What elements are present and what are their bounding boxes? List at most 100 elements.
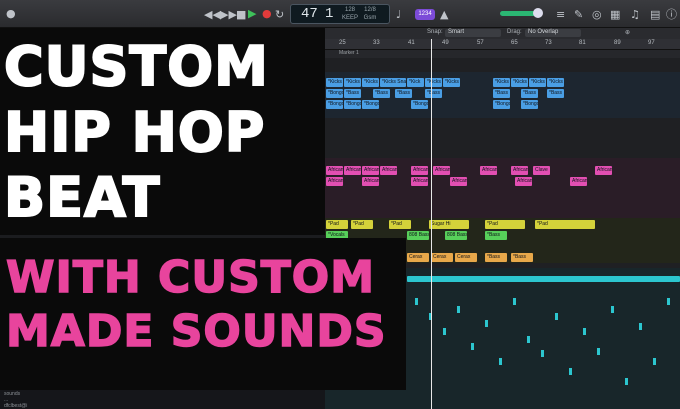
region-african-b1[interactable]: African xyxy=(326,177,343,186)
record-icon[interactable]: ● xyxy=(262,8,272,19)
region-bongo-b4[interactable]: *Bongo xyxy=(411,100,428,109)
region-african-7[interactable]: African xyxy=(480,166,497,175)
region-clave[interactable]: Clave xyxy=(533,166,550,175)
browser-icon[interactable]: ▦ xyxy=(610,9,620,20)
region-kicks-2[interactable]: *Kicks xyxy=(344,78,361,87)
region-bongo-b1[interactable]: *Bongo xyxy=(326,100,343,109)
region-bongo-b5[interactable]: *Bongo xyxy=(493,100,510,109)
midi-note[interactable] xyxy=(527,336,530,343)
region-808-b[interactable]: 808 Bass xyxy=(445,231,467,240)
region-african-b4[interactable]: African xyxy=(450,177,467,186)
region-kicks-7[interactable]: *Kicks xyxy=(443,78,460,87)
tempo-value: 128 xyxy=(344,7,355,13)
region-bass-orange-2[interactable]: *Bass xyxy=(511,253,533,262)
metronome-icon[interactable]: ▲ xyxy=(440,9,448,20)
library-icon[interactable]: ▤ xyxy=(650,9,660,20)
drag-dropdown[interactable]: No Overlap xyxy=(525,29,581,37)
region-pad-5[interactable]: *Pad xyxy=(485,220,525,229)
region-bass-a1[interactable]: *Bass xyxy=(344,89,361,98)
region-pad-1[interactable]: *Pad xyxy=(326,220,348,229)
region-african-4[interactable]: African xyxy=(380,166,397,175)
region-bass-orange-1[interactable]: *Bass xyxy=(485,253,507,262)
region-kicks-9[interactable]: *Kicks xyxy=(511,78,528,87)
region-bass-green[interactable]: *Bass xyxy=(485,231,507,240)
region-kicks-snare[interactable]: *Kicks Snare xyxy=(380,78,406,87)
region-bongo-b3[interactable]: *Bongo xyxy=(362,100,379,109)
region-bass-a4[interactable]: *Bass xyxy=(425,89,442,98)
region-african-b2[interactable]: African xyxy=(362,177,379,186)
master-volume-knob[interactable] xyxy=(533,8,543,18)
marker-track[interactable]: Marker 1 xyxy=(325,50,680,58)
midi-note[interactable] xyxy=(583,328,586,335)
region-cerax-3[interactable]: Cerax xyxy=(455,253,477,262)
region-kick[interactable]: *Kick xyxy=(407,78,424,87)
midi-note[interactable] xyxy=(653,358,656,365)
count-in-badge[interactable]: 1234 xyxy=(415,9,435,20)
lcd-display[interactable]: 47 1 128 KEEP 12/8 Gsm xyxy=(290,4,390,24)
list-editor-icon[interactable]: ≡ xyxy=(556,9,565,20)
region-kicks-3[interactable]: *Kicks xyxy=(362,78,379,87)
loop-browser-icon[interactable]: ◎ xyxy=(592,9,602,20)
region-african-b5[interactable]: African xyxy=(515,177,532,186)
midi-note[interactable] xyxy=(513,298,516,305)
snap-dropdown[interactable]: Smart xyxy=(445,29,501,37)
midi-note[interactable] xyxy=(457,306,460,313)
region-african-1[interactable]: African xyxy=(326,166,343,175)
midi-note[interactable] xyxy=(597,348,600,355)
region-kicks-10[interactable]: *Kicks xyxy=(529,78,546,87)
region-african-5[interactable]: African xyxy=(411,166,428,175)
region-keys-strip[interactable] xyxy=(407,276,680,282)
midi-note[interactable] xyxy=(611,306,614,313)
region-sugar-hi[interactable]: Sugar Hi xyxy=(429,220,469,229)
playhead[interactable] xyxy=(431,39,432,409)
tuner-icon[interactable]: ♩ xyxy=(396,9,401,20)
region-pad-2[interactable]: *Pad xyxy=(351,220,373,229)
midi-note[interactable] xyxy=(639,323,642,330)
region-bass-a5[interactable]: *Bass xyxy=(493,89,510,98)
zoom-icon[interactable]: ⊕ xyxy=(625,29,630,36)
stop-icon[interactable]: ■ xyxy=(236,9,246,20)
close-window-icon[interactable]: ● xyxy=(6,8,16,19)
region-808-a[interactable]: 808 Bass xyxy=(407,231,429,240)
play-icon[interactable]: ▶ xyxy=(248,8,256,19)
midi-note[interactable] xyxy=(471,343,474,350)
midi-note[interactable] xyxy=(667,298,670,305)
region-african-8[interactable]: African xyxy=(511,166,528,175)
midi-note[interactable] xyxy=(555,313,558,320)
region-bass-a6[interactable]: *Bass xyxy=(521,89,538,98)
midi-note[interactable] xyxy=(625,378,628,385)
rewind-icon[interactable]: ◀◀ xyxy=(204,9,221,20)
region-bass-a2[interactable]: *Bass xyxy=(373,89,390,98)
fast-forward-icon[interactable]: ▶▶ xyxy=(220,9,237,20)
region-african-b6[interactable]: African xyxy=(570,177,587,186)
region-kicks-1[interactable]: *Kicks xyxy=(326,78,343,87)
region-african-2[interactable]: African xyxy=(344,166,361,175)
midi-note[interactable] xyxy=(415,298,418,305)
region-bass-a7[interactable]: *Bass xyxy=(547,89,564,98)
region-bongo-a[interactable]: *Bongo xyxy=(326,89,343,98)
midi-note[interactable] xyxy=(499,358,502,365)
region-kicks-11[interactable]: *Kicks xyxy=(547,78,564,87)
region-african-9[interactable]: African xyxy=(595,166,612,175)
region-pad-6[interactable]: *Pad xyxy=(535,220,595,229)
midi-note[interactable] xyxy=(569,368,572,375)
inspector-icon[interactable]: ⓘ xyxy=(666,9,677,20)
midi-note[interactable] xyxy=(541,350,544,357)
midi-note[interactable] xyxy=(443,328,446,335)
region-cerax-2[interactable]: Cerax xyxy=(431,253,453,262)
region-cerax-1[interactable]: Cerax xyxy=(407,253,429,262)
region-kicks-8[interactable]: *Kicks xyxy=(493,78,510,87)
region-bass-a3[interactable]: *Bass xyxy=(395,89,412,98)
region-pad-3[interactable]: *Pad xyxy=(389,220,411,229)
cycle-icon[interactable]: ↻ xyxy=(275,9,284,20)
region-bongo-b2[interactable]: *Bongo xyxy=(344,100,361,109)
region-bongo-b6[interactable]: *Bongo xyxy=(521,100,538,109)
region-african-6[interactable]: African xyxy=(433,166,450,175)
region-african-3[interactable]: African xyxy=(362,166,379,175)
bar-ruler[interactable]: 25 33 41 49 57 65 73 81 89 97 xyxy=(325,39,680,50)
midi-note[interactable] xyxy=(485,320,488,327)
region-kicks-6[interactable]: *Kicks xyxy=(425,78,442,87)
notepad-icon[interactable]: ✎ xyxy=(574,9,583,20)
region-african-b3[interactable]: African xyxy=(411,177,428,186)
media-icon[interactable]: ♫ xyxy=(630,9,640,20)
